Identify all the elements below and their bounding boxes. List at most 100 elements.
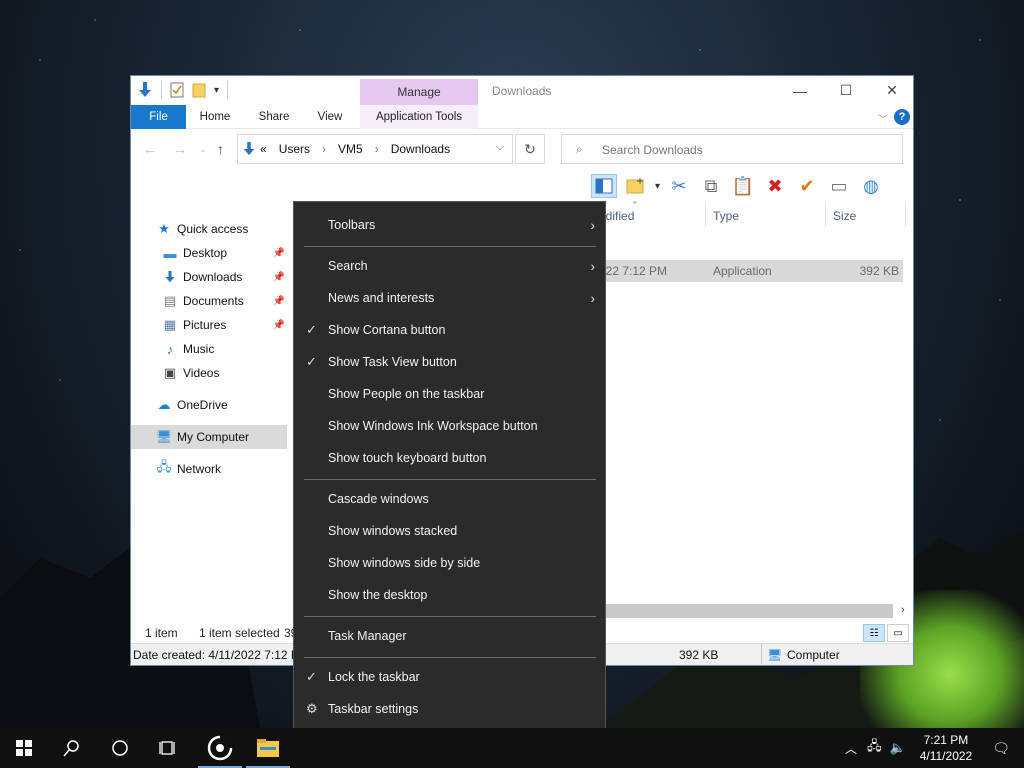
address-dropdown-icon[interactable]: ⌵ bbox=[496, 141, 504, 154]
new-folder-dropdown-icon[interactable]: ▾ bbox=[655, 181, 660, 192]
minimize-button[interactable]: — bbox=[777, 76, 823, 105]
chevron-up-icon[interactable]: ︿ bbox=[845, 740, 857, 757]
column-divider[interactable] bbox=[705, 204, 706, 226]
nav-item-documents[interactable]: ▤ Documents 📌 bbox=[131, 289, 287, 313]
menu-item-show-cortana-button[interactable]: ✓ Show Cortana button bbox=[294, 314, 605, 346]
copy-icon[interactable]: ⧉ bbox=[698, 174, 724, 198]
videos-icon: ▣ bbox=[163, 365, 177, 380]
recent-locations-chevron-icon[interactable]: ⌄ bbox=[199, 144, 207, 155]
title-bar: ▾ Manage Downloads — ☐ ✕ bbox=[131, 76, 913, 105]
breadcrumb-downloads[interactable]: Downloads bbox=[391, 142, 450, 156]
nav-item-music[interactable]: ♪ Music bbox=[131, 337, 287, 361]
nav-item-downloads[interactable]: Downloads 📌 bbox=[131, 265, 287, 289]
nav-item-desktop[interactable]: ▬ Desktop 📌 bbox=[131, 241, 287, 265]
nav-item-pictures[interactable]: ▦ Pictures 📌 bbox=[131, 313, 287, 337]
horizontal-scrollbar[interactable] bbox=[593, 604, 893, 618]
column-header-size[interactable]: Size bbox=[833, 204, 856, 228]
tab-view[interactable]: View bbox=[305, 105, 355, 129]
globe-icon[interactable]: ◍ bbox=[858, 174, 884, 198]
details-view-icon[interactable]: ☷ bbox=[863, 624, 885, 642]
manage-contextual-tab[interactable]: Manage bbox=[360, 79, 478, 105]
maximize-button[interactable]: ☐ bbox=[823, 76, 869, 105]
menu-item-news-and-interests[interactable]: News and interests › bbox=[294, 282, 605, 314]
quick-access-toolbar: ▾ bbox=[137, 81, 229, 99]
help-button[interactable]: ? bbox=[894, 109, 910, 125]
nav-my-computer[interactable]: 🖥 My Computer bbox=[131, 425, 287, 449]
column-divider[interactable] bbox=[905, 204, 906, 226]
menu-item-show-windows-side-by-side[interactable]: Show windows side by side bbox=[294, 547, 605, 579]
tab-file[interactable]: File bbox=[131, 105, 186, 129]
menu-item-toolbars[interactable]: Toolbars › bbox=[294, 209, 605, 241]
taskbar-app-circle[interactable] bbox=[196, 728, 244, 768]
menu-item-task-manager[interactable]: Task Manager bbox=[294, 620, 605, 652]
task-view-button[interactable] bbox=[144, 728, 192, 768]
menu-item-show-touch-keyboard[interactable]: Show touch keyboard button bbox=[294, 442, 605, 474]
volume-icon[interactable]: 🔈 bbox=[890, 740, 906, 756]
forward-arrow-icon[interactable]: → bbox=[173, 141, 187, 157]
column-header-type[interactable]: Type bbox=[713, 204, 739, 228]
new-folder-toolbar-icon[interactable] bbox=[623, 174, 649, 198]
tab-home[interactable]: Home bbox=[189, 105, 241, 129]
task-view-icon bbox=[159, 741, 175, 755]
gear-icon: ⚙ bbox=[306, 701, 318, 716]
tab-share[interactable]: Share bbox=[249, 105, 299, 129]
expand-ribbon-chevron-icon[interactable]: ﹀ bbox=[878, 111, 888, 126]
nav-quick-access[interactable]: ★ Quick access bbox=[131, 217, 287, 241]
menu-item-show-windows-stacked[interactable]: Show windows stacked bbox=[294, 515, 605, 547]
menu-item-label: Lock the taskbar bbox=[328, 670, 420, 684]
download-arrow-icon[interactable] bbox=[137, 81, 153, 99]
preview-pane-icon[interactable] bbox=[591, 174, 617, 198]
search-input[interactable]: ⌕ Search Downloads bbox=[561, 134, 903, 164]
submenu-chevron-icon: › bbox=[590, 258, 595, 274]
menu-item-taskbar-settings[interactable]: ⚙ Taskbar settings bbox=[294, 693, 605, 725]
taskbar-file-explorer[interactable] bbox=[244, 728, 292, 768]
breadcrumb-overflow[interactable]: « bbox=[260, 142, 267, 156]
cloud-icon: ☁ bbox=[157, 397, 171, 412]
nav-item-videos[interactable]: ▣ Videos bbox=[131, 361, 287, 385]
menu-separator bbox=[304, 616, 596, 617]
menu-item-show-the-desktop[interactable]: Show the desktop bbox=[294, 579, 605, 611]
menu-item-lock-the-taskbar[interactable]: ✓ Lock the taskbar bbox=[294, 661, 605, 693]
menu-item-show-task-view-button[interactable]: ✓ Show Task View button bbox=[294, 346, 605, 378]
checkmark-icon[interactable]: ✔ bbox=[794, 174, 820, 198]
address-bar[interactable]: « Users › VM5 › Downloads ⌵ bbox=[237, 134, 513, 164]
file-date-modified: 022 7:12 PM bbox=[599, 264, 668, 278]
details-divider bbox=[761, 644, 762, 664]
nav-onedrive[interactable]: ☁ OneDrive bbox=[131, 393, 287, 417]
cut-icon[interactable]: ✂ bbox=[666, 174, 692, 198]
start-button[interactable] bbox=[0, 728, 48, 768]
music-icon: ♪ bbox=[166, 341, 174, 357]
menu-separator bbox=[304, 479, 596, 480]
menu-item-search[interactable]: Search › bbox=[294, 250, 605, 282]
file-row[interactable]: 022 7:12 PM Application 392 KB bbox=[593, 260, 903, 282]
taskbar[interactable]: ︿ 🖧 🔈 7:21 PM 4/11/2022 🗨 bbox=[0, 728, 1024, 768]
menu-item-show-ink-workspace[interactable]: Show Windows Ink Workspace button bbox=[294, 410, 605, 442]
column-divider[interactable] bbox=[825, 204, 826, 226]
refresh-button[interactable]: ↻ bbox=[515, 134, 545, 164]
network-icon: 🖧 bbox=[156, 459, 172, 474]
submenu-chevron-icon: › bbox=[590, 217, 595, 233]
properties-icon[interactable] bbox=[170, 82, 184, 98]
network-tray-icon[interactable]: 🖧 bbox=[867, 737, 882, 759]
clock[interactable]: 7:21 PM 4/11/2022 bbox=[920, 732, 973, 764]
close-button[interactable]: ✕ bbox=[869, 76, 915, 105]
menu-item-show-people[interactable]: Show People on the taskbar bbox=[294, 378, 605, 410]
qat-customize-icon[interactable]: ▾ bbox=[214, 85, 219, 96]
menu-item-cascade-windows[interactable]: Cascade windows bbox=[294, 483, 605, 515]
scroll-right-arrow-icon[interactable]: › bbox=[901, 604, 905, 616]
cortana-button[interactable] bbox=[96, 728, 144, 768]
breadcrumb-users[interactable]: Users bbox=[279, 142, 310, 156]
delete-icon[interactable]: ✖ bbox=[762, 174, 788, 198]
up-arrow-icon[interactable]: ↑ bbox=[217, 141, 224, 157]
taskbar-context-menu: Toolbars › Search › News and interests ›… bbox=[293, 201, 606, 734]
search-taskbar-button[interactable] bbox=[48, 728, 96, 768]
large-icons-view-icon[interactable]: ▭ bbox=[887, 624, 909, 642]
breadcrumb-vm5[interactable]: VM5 bbox=[338, 142, 363, 156]
notifications-icon[interactable]: 🗨 bbox=[992, 740, 1010, 757]
paste-icon[interactable]: 📋 bbox=[730, 174, 756, 198]
new-folder-icon[interactable] bbox=[192, 82, 206, 98]
nav-network[interactable]: 🖧 Network bbox=[131, 457, 287, 481]
rename-icon[interactable]: ▭ bbox=[826, 174, 852, 198]
tab-application-tools[interactable]: Application Tools bbox=[360, 105, 478, 129]
back-arrow-icon[interactable]: ← bbox=[143, 141, 157, 157]
